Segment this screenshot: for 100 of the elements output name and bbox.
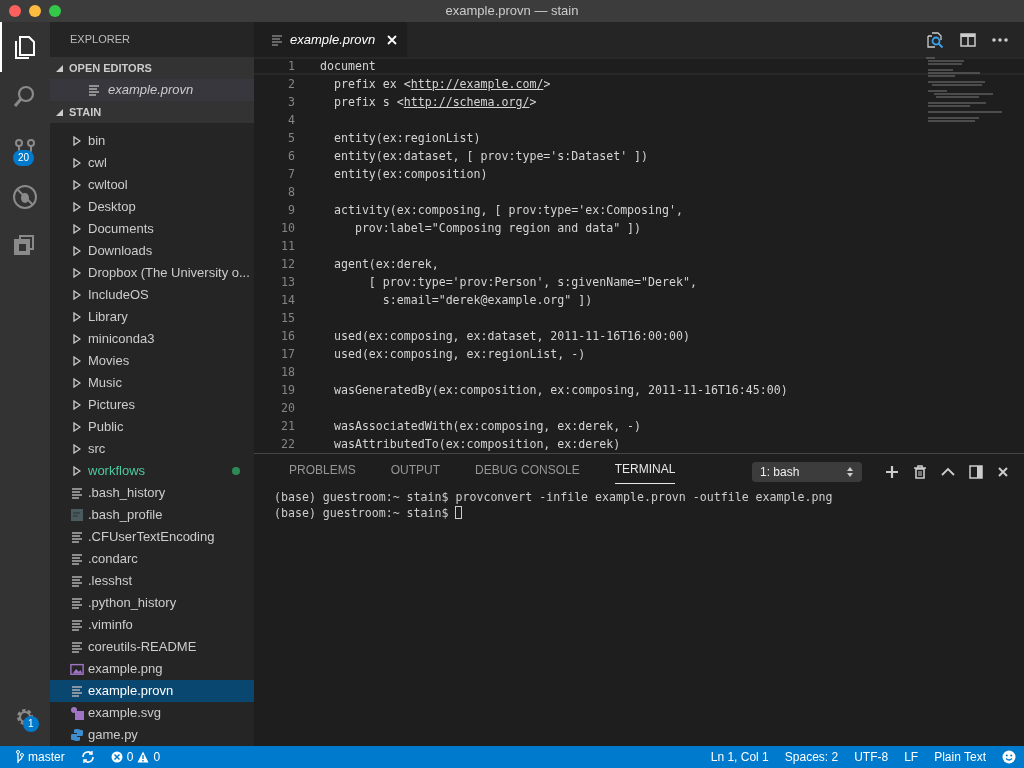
file-name: .bash_profile: [88, 506, 163, 524]
code-link[interactable]: http://schema.org/: [403, 95, 530, 109]
chevron-icon: [73, 378, 81, 388]
folder-item[interactable]: cwl: [50, 152, 254, 174]
plus-icon[interactable]: [885, 464, 899, 479]
code-line: prefix ex <http://example.com/>: [332, 76, 551, 93]
status-item[interactable]: Plain Text: [926, 746, 994, 768]
chevron-icon: [73, 202, 81, 212]
folder-name: bin: [88, 132, 106, 150]
updown-icon: [846, 465, 854, 478]
file-name: .viminfo: [88, 616, 133, 634]
more-icon[interactable]: [992, 36, 1008, 43]
section-header[interactable]: STAIN: [50, 101, 254, 123]
editor-tab[interactable]: example.provn: [254, 22, 408, 57]
file-name: .condarc: [88, 550, 138, 568]
folder-item[interactable]: Downloads: [50, 240, 254, 262]
activity-source-control[interactable]: 20: [0, 122, 50, 172]
file-name: example.provn: [108, 81, 194, 99]
folder-name: Movies: [88, 352, 130, 370]
file-item[interactable]: .bash_profile: [50, 504, 254, 526]
file-item[interactable]: .viminfo: [50, 614, 254, 636]
zoom-button[interactable]: [49, 5, 61, 17]
folder-item[interactable]: src: [50, 438, 254, 460]
file-item[interactable]: .lesshst: [50, 570, 254, 592]
settings-icon: [14, 706, 36, 728]
line-number: 14: [280, 292, 296, 309]
python-icon: [70, 728, 84, 742]
folder-item[interactable]: workflows: [50, 460, 254, 482]
file-item[interactable]: example.svg: [50, 702, 254, 724]
folder-item[interactable]: cwltool: [50, 174, 254, 196]
line-number: 21: [280, 418, 296, 435]
folder-item[interactable]: Pictures: [50, 394, 254, 416]
section-header[interactable]: OPEN EDITORS: [50, 57, 254, 79]
code-line: document: [320, 58, 376, 75]
status-item[interactable]: LF: [896, 746, 927, 768]
folder-item[interactable]: IncludeOS: [50, 284, 254, 306]
file-item[interactable]: game.py: [50, 724, 254, 746]
preview-search-icon[interactable]: [926, 30, 944, 49]
file-item[interactable]: coreutils-README: [50, 636, 254, 658]
section-label: OPEN EDITORS: [69, 61, 152, 76]
folder-name: cwltool: [88, 176, 128, 194]
status-item[interactable]: Spaces: 2: [776, 746, 847, 768]
folder-item[interactable]: Dropbox (The University o...: [50, 262, 254, 284]
line-number: 20: [280, 400, 296, 417]
folder-name: IncludeOS: [88, 286, 149, 304]
folder-item[interactable]: Movies: [50, 350, 254, 372]
line-number: 13: [280, 274, 296, 291]
close-button[interactable]: [9, 5, 21, 17]
terminal-select[interactable]: 1: bash: [752, 461, 862, 482]
chevron-icon: [73, 268, 81, 278]
folder-item[interactable]: Music: [50, 372, 254, 394]
panel-tab[interactable]: TERMINAL: [614, 459, 676, 484]
sync-icon[interactable]: [80, 750, 95, 764]
chevron-up-icon[interactable]: [941, 465, 955, 478]
warning-icon: [137, 751, 150, 763]
folder-item[interactable]: miniconda3: [50, 328, 254, 350]
file-lines-icon: [71, 552, 83, 566]
file-name: coreutils-README: [88, 638, 197, 656]
settings-button[interactable]: 1: [0, 692, 50, 742]
line-number: 18: [280, 364, 296, 381]
file-item[interactable]: example.provn: [50, 680, 254, 702]
code-line: agent(ex:derek,: [332, 256, 439, 273]
file-item[interactable]: .CFUserTextEncoding: [50, 526, 254, 548]
chevron-icon: [73, 312, 81, 322]
folder-name: src: [88, 440, 106, 458]
file-item[interactable]: .bash_history: [50, 482, 254, 504]
file-item[interactable]: .condarc: [50, 548, 254, 570]
minimize-button[interactable]: [29, 5, 41, 17]
trash-icon[interactable]: [913, 464, 927, 479]
folder-item[interactable]: Library: [50, 306, 254, 328]
file-lines-icon: [71, 574, 83, 588]
file-item[interactable]: .python_history: [50, 592, 254, 614]
folder-item[interactable]: Desktop: [50, 196, 254, 218]
folder-item[interactable]: bin: [50, 130, 254, 152]
chevron-icon: [73, 466, 81, 476]
code-link[interactable]: http://example.com/: [410, 77, 544, 91]
open-editor-item[interactable]: example.provn: [50, 79, 254, 101]
line-number: 5: [287, 130, 296, 147]
code-line: entity(ex:dataset, [ prov:type='s:Dataset' ]): [332, 148, 649, 165]
folder-item[interactable]: Public: [50, 416, 254, 438]
status-item[interactable]: UTF-8: [846, 746, 897, 768]
problems-status[interactable]: 0 0: [102, 746, 169, 768]
file-lines-icon: [71, 618, 83, 632]
panel-layout-icon[interactable]: [969, 464, 983, 479]
folder-name: workflows: [88, 462, 146, 480]
file-name: .python_history: [88, 594, 177, 612]
smiley-icon[interactable]: [1002, 750, 1016, 764]
panel-tab[interactable]: PROBLEMS: [289, 459, 356, 484]
branch-status[interactable]: master: [8, 746, 73, 768]
code-line: entity(ex:regionList): [332, 130, 481, 147]
chevron-icon: [73, 180, 81, 190]
panel-tab[interactable]: DEBUG CONSOLE: [475, 459, 580, 484]
status-item[interactable]: Ln 1, Col 1: [702, 746, 777, 768]
code-line: wasGeneratedBy(ex:composition, ex:composing, 2011-11-16T16:45:00): [332, 382, 788, 399]
file-item[interactable]: example.png: [50, 658, 254, 680]
folder-item[interactable]: Documents: [50, 218, 254, 240]
close-icon[interactable]: [997, 465, 1009, 478]
panel-tab[interactable]: OUTPUT: [390, 459, 441, 484]
image-icon: [70, 662, 84, 676]
split-editor-icon[interactable]: [960, 32, 976, 47]
